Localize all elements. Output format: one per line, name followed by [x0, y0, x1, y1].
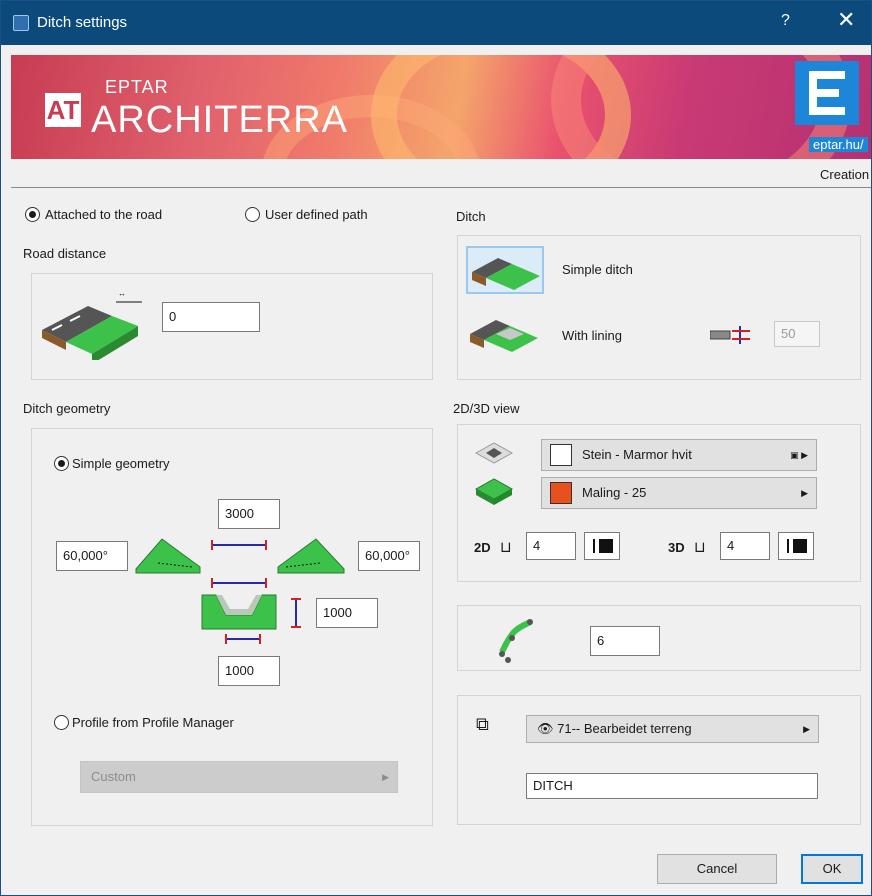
bottom-width-dimension-icon [225, 634, 261, 644]
left-angle-input[interactable]: 60,000° [56, 541, 128, 571]
layer-name: 71-- Bearbeidet terreng [557, 721, 692, 736]
user-defined-path-radio[interactable] [245, 207, 260, 222]
segments-input[interactable]: 6 [590, 626, 660, 656]
tab-creation[interactable]: Creation [820, 167, 869, 182]
eye-icon: 👁 [537, 721, 554, 736]
profile-dropdown[interactable]: Custom ▶ [80, 761, 398, 793]
layer-panel: ⧉ 👁 71-- Bearbeidet terreng ▶ DITCH [457, 695, 861, 825]
with-lining-label[interactable]: With lining [562, 328, 622, 343]
brand-large-text: ARCHITERRA [91, 99, 349, 141]
view-2d3d-panel: Stein - Marmor hvit ▣ ▶ Maling - 25 ▶ 2D… [457, 424, 861, 582]
pen-2d-picker[interactable] [584, 532, 620, 560]
top-surface-icon [474, 442, 514, 464]
top-surface-swatch [550, 444, 572, 466]
site-label: eptar.hu/ [809, 137, 868, 152]
close-button[interactable]: ✕ [837, 9, 855, 31]
brand-small-text: EPTAR [105, 77, 169, 97]
side-surface-name: Maling - 25 [582, 485, 647, 500]
svg-text:↔: ↔ [118, 289, 126, 298]
brand-banner: AT EPTAR ARCHITERRA eptar.hu/ [11, 55, 871, 159]
window-title: Ditch settings [37, 14, 128, 31]
right-angle-input[interactable]: 60,000° [358, 541, 420, 571]
app-icon [13, 15, 29, 31]
road-distance-heading: Road distance [23, 246, 107, 261]
cancel-button[interactable]: Cancel [657, 854, 777, 884]
segments-icon [499, 619, 533, 663]
ok-button[interactable]: OK [801, 854, 863, 884]
help-button[interactable]: ? [781, 12, 790, 30]
simple-geometry-radio[interactable] [54, 456, 69, 471]
ditch-settings-dialog: Ditch settings ? ✕ AT EPTAR ARCHITERRA e… [0, 0, 872, 896]
ditch-geometry-heading: Ditch geometry [23, 401, 111, 416]
simple-geometry-label[interactable]: Simple geometry [72, 456, 170, 471]
dropdown-arrow-icon: ▶ [803, 724, 810, 734]
pen-3d-picker[interactable] [778, 532, 814, 560]
pen-2d-label: 2D [474, 540, 491, 555]
dropdown-arrow-icon: ▶ [382, 772, 389, 782]
lining-thickness-input[interactable]: 50 [774, 321, 820, 347]
texture-arrow-icon: ▣ ▶ [790, 450, 808, 460]
pen-2d-input[interactable]: 4 [526, 532, 576, 560]
pen-2d-icon: ⊔ [500, 539, 512, 556]
segments-panel: 6 [457, 605, 861, 671]
pen-3d-input[interactable]: 4 [720, 532, 770, 560]
bottom-width-input[interactable]: 1000 [218, 656, 280, 686]
layer-icon: ⧉ [476, 714, 489, 734]
user-defined-path-label[interactable]: User defined path [265, 207, 368, 222]
top-surface-dropdown[interactable]: Stein - Marmor hvit ▣ ▶ [541, 439, 817, 471]
top-surface-name: Stein - Marmor hvit [582, 447, 692, 462]
simple-ditch-option[interactable] [466, 246, 544, 294]
road-distance-input[interactable]: 0 [162, 302, 260, 332]
architerra-logo-icon: AT [45, 93, 81, 127]
lined-ditch-icon [470, 320, 538, 352]
simple-ditch-label[interactable]: Simple ditch [562, 262, 633, 277]
title-bar: Ditch settings ? ✕ [1, 1, 871, 45]
pen-3d-icon: ⊔ [694, 539, 706, 556]
simple-ditch-icon [472, 258, 540, 290]
view-2d3d-heading: 2D/3D view [453, 401, 520, 416]
ditch-type-panel: Simple ditch With lining 50 [457, 235, 861, 380]
dropdown-arrow-icon: ▶ [801, 488, 808, 498]
profile-manager-label[interactable]: Profile from Profile Manager [72, 715, 234, 730]
side-surface-dropdown[interactable]: Maling - 25 ▶ [541, 477, 817, 509]
depth-input[interactable]: 1000 [316, 598, 378, 628]
top-width-input[interactable]: 3000 [218, 499, 280, 529]
attached-to-road-label[interactable]: Attached to the road [45, 207, 162, 222]
divider [11, 187, 871, 188]
road-distance-icon: ↔ [42, 289, 142, 360]
id-input[interactable]: DITCH [526, 773, 818, 799]
road-distance-panel: ↔ 0 [31, 273, 433, 380]
side-surface-icon [474, 478, 514, 505]
profile-dropdown-value: Custom [91, 769, 136, 784]
attached-to-road-radio[interactable] [25, 207, 40, 222]
ditch-geometry-panel: simple Simple geometry 3000 60,000° 60,0… [31, 428, 433, 826]
ditch-heading: Ditch [456, 209, 486, 224]
lining-thickness-icon [710, 326, 750, 344]
pen-3d-label: 3D [668, 540, 685, 555]
side-surface-swatch [550, 482, 572, 504]
eptar-logo-icon [795, 61, 859, 125]
with-lining-option[interactable] [466, 310, 544, 358]
profile-manager-radio[interactable] [54, 715, 69, 730]
layer-dropdown[interactable]: 👁 71-- Bearbeidet terreng ▶ [526, 715, 819, 743]
